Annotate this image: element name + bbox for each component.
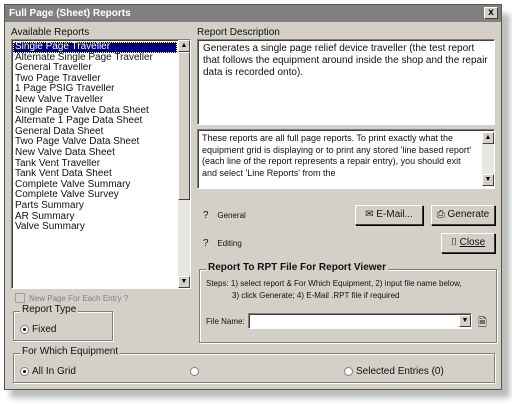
- info-scroll-down-icon[interactable]: ▼: [482, 174, 494, 186]
- help-icon: ?: [203, 238, 209, 249]
- scroll-thumb[interactable]: [178, 52, 190, 200]
- info-scroll-up-icon[interactable]: ▲: [482, 132, 494, 144]
- rpt-file-group: Report To RPT File For Report Viewer Ste…: [199, 262, 497, 343]
- rpt-steps-line-2: 3) click Generate; 4) E-Mail .RPT file i…: [232, 291, 400, 300]
- report-type-label: Report Type: [20, 304, 79, 315]
- list-item[interactable]: Two Page Traveller: [13, 74, 177, 85]
- list-item[interactable]: Single Page Traveller: [13, 42, 177, 53]
- editing-label: Editing: [217, 239, 242, 248]
- new-page-label: New Page For Each Entry ?: [29, 294, 129, 303]
- file-dropdown-icon[interactable]: ▼: [459, 315, 471, 327]
- equipment-label: For Which Equipment: [20, 346, 121, 357]
- close-label: Close: [459, 237, 486, 248]
- close-button[interactable]: ⌷ Close: [441, 233, 495, 253]
- email-label: E-Mail...: [376, 209, 413, 220]
- email-button[interactable]: ✉ E-Mail...: [355, 205, 423, 225]
- title-bar: Full Page (Sheet) Reports x: [5, 5, 501, 22]
- list-item[interactable]: Two Page Valve Data Sheet: [13, 137, 177, 148]
- info-box: These reports are all full page reports.…: [197, 129, 495, 189]
- new-page-checkbox[interactable]: [15, 293, 25, 303]
- report-description-label: Report Description: [197, 27, 280, 38]
- reports-scrollbar[interactable]: ▲ ▼: [178, 40, 190, 288]
- list-item[interactable]: New Valve Traveller: [13, 95, 177, 106]
- reports-listbox[interactable]: Single Page Traveller Alternate Single Pa…: [11, 39, 191, 289]
- scroll-down-arrow-icon[interactable]: ▼: [178, 276, 190, 288]
- available-reports-label: Available Reports: [11, 27, 90, 38]
- unlabeled-radio[interactable]: [190, 367, 199, 376]
- close-window-button[interactable]: x: [484, 7, 498, 19]
- rpt-steps-line-1: Steps: 1) select report & For Which Equi…: [206, 279, 462, 288]
- list-item[interactable]: Tank Vent Traveller: [13, 159, 177, 170]
- email-icon: ✉: [365, 209, 374, 220]
- editing-help[interactable]: ? Editing: [203, 238, 242, 249]
- list-item[interactable]: Tank Vent Data Sheet: [13, 169, 177, 180]
- info-text: These reports are all full page reports.…: [202, 133, 472, 178]
- generate-button[interactable]: ⎙ Generate: [431, 205, 495, 225]
- list-item[interactable]: General Data Sheet: [13, 127, 177, 138]
- all-in-grid-label: All In Grid: [32, 366, 76, 377]
- printer-icon: ⎙: [436, 209, 445, 220]
- list-item[interactable]: 1 Page PSIG Traveller: [13, 84, 177, 95]
- general-label: General: [217, 211, 246, 220]
- list-item[interactable]: Parts Summary: [13, 201, 177, 212]
- file-name-label: File Name:: [206, 317, 245, 326]
- list-item[interactable]: Complete Valve Survey: [13, 190, 177, 201]
- general-help[interactable]: ? General: [203, 210, 246, 221]
- selected-entries-radio[interactable]: [344, 367, 353, 376]
- browse-file-icon[interactable]: 🗎: [478, 314, 487, 333]
- list-item[interactable]: Alternate 1 Page Data Sheet: [13, 116, 177, 127]
- selected-entries-label: Selected Entries (0): [356, 366, 444, 377]
- rpt-group-label: Report To RPT File For Report Viewer: [206, 262, 388, 273]
- help-icon: ?: [203, 210, 209, 221]
- door-icon: ⌷: [450, 237, 457, 248]
- reports-list: Single Page Traveller Alternate Single Pa…: [13, 42, 177, 233]
- list-item[interactable]: Complete Valve Summary: [13, 180, 177, 191]
- list-item[interactable]: Single Page Valve Data Sheet: [13, 106, 177, 117]
- reports-dialog: Full Page (Sheet) Reports x Available Re…: [4, 4, 502, 390]
- list-item[interactable]: Alternate Single Page Traveller: [13, 53, 177, 64]
- list-item[interactable]: General Traveller: [13, 63, 177, 74]
- report-type-group: Report Type Fixed: [13, 304, 113, 341]
- scroll-up-arrow-icon[interactable]: ▲: [178, 40, 190, 52]
- window-title: Full Page (Sheet) Reports: [9, 8, 131, 19]
- fixed-label: Fixed: [32, 324, 57, 335]
- equipment-group: For Which Equipment All In Grid Selected…: [13, 346, 495, 383]
- list-item[interactable]: Valve Summary: [13, 222, 177, 233]
- all-in-grid-radio[interactable]: [20, 367, 29, 376]
- generate-label: Generate: [447, 209, 490, 220]
- fixed-radio[interactable]: [20, 325, 29, 334]
- list-item[interactable]: New Valve Data Sheet: [13, 148, 177, 159]
- info-scrollbar[interactable]: ▲ ▼: [482, 132, 494, 186]
- description-box: Generates a single page relief device tr…: [197, 39, 495, 125]
- list-item[interactable]: AR Summary: [13, 212, 177, 223]
- file-name-input[interactable]: ▼: [248, 313, 472, 329]
- description-text: Generates a single page relief device tr…: [203, 43, 488, 78]
